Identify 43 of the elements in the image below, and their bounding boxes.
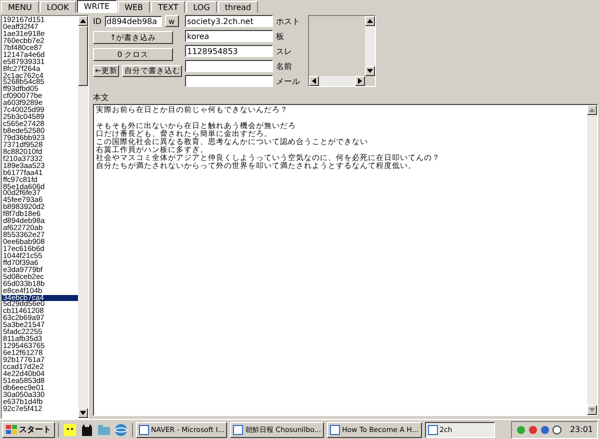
window-icon	[428, 424, 438, 434]
down-arrow-icon	[80, 411, 86, 415]
tab[interactable]: MENU	[1, 1, 39, 13]
smiley-icon[interactable]	[63, 422, 77, 436]
body-textarea[interactable]	[93, 104, 598, 416]
text-field[interactable]	[185, 60, 273, 72]
text-field[interactable]: 1128954853	[185, 45, 273, 57]
field-label: ホスト	[276, 16, 300, 26]
tab[interactable]: LOOK	[40, 1, 76, 13]
down-arrow-icon	[589, 408, 595, 412]
left-arrow-icon	[312, 78, 316, 84]
scrollbar[interactable]	[78, 16, 88, 418]
window-icon	[139, 424, 149, 434]
tab[interactable]: WRITE	[76, 0, 117, 13]
scrollbar[interactable]	[587, 105, 597, 415]
body-label: 本文	[93, 92, 110, 103]
cat-icon[interactable]	[80, 422, 94, 436]
field-label: 名前	[276, 60, 292, 72]
window-icon	[233, 424, 244, 434]
clock: 23:01	[570, 425, 593, 434]
tab[interactable]: thread	[218, 1, 258, 13]
tab[interactable]: WEB	[118, 1, 150, 13]
field-label: 板	[276, 30, 284, 42]
text-field[interactable]	[185, 75, 273, 87]
field-label: メール	[276, 76, 300, 86]
up-arrow-icon	[80, 19, 86, 23]
id-label: ID	[93, 16, 102, 26]
globe-icon[interactable]	[114, 422, 128, 436]
start-button[interactable]: スタート	[2, 422, 55, 438]
right-arrow-icon	[358, 78, 362, 84]
tray-icon[interactable]	[552, 424, 562, 434]
text-field[interactable]: korea	[185, 30, 273, 42]
text-field[interactable]: society3.2ch.net	[185, 15, 273, 27]
windows-flag-icon	[6, 424, 17, 434]
tab[interactable]: LOG	[186, 1, 217, 13]
field-label: スレ	[276, 46, 292, 56]
scrollbar-thumb[interactable]	[78, 26, 88, 86]
up-arrow-icon	[589, 108, 595, 112]
window-icon	[330, 424, 340, 434]
id-field[interactable]: d894deb98a	[104, 16, 162, 26]
tab[interactable]: TEXT	[151, 1, 186, 13]
down-arrow-icon	[367, 69, 373, 73]
up-arrow-icon	[367, 19, 373, 23]
